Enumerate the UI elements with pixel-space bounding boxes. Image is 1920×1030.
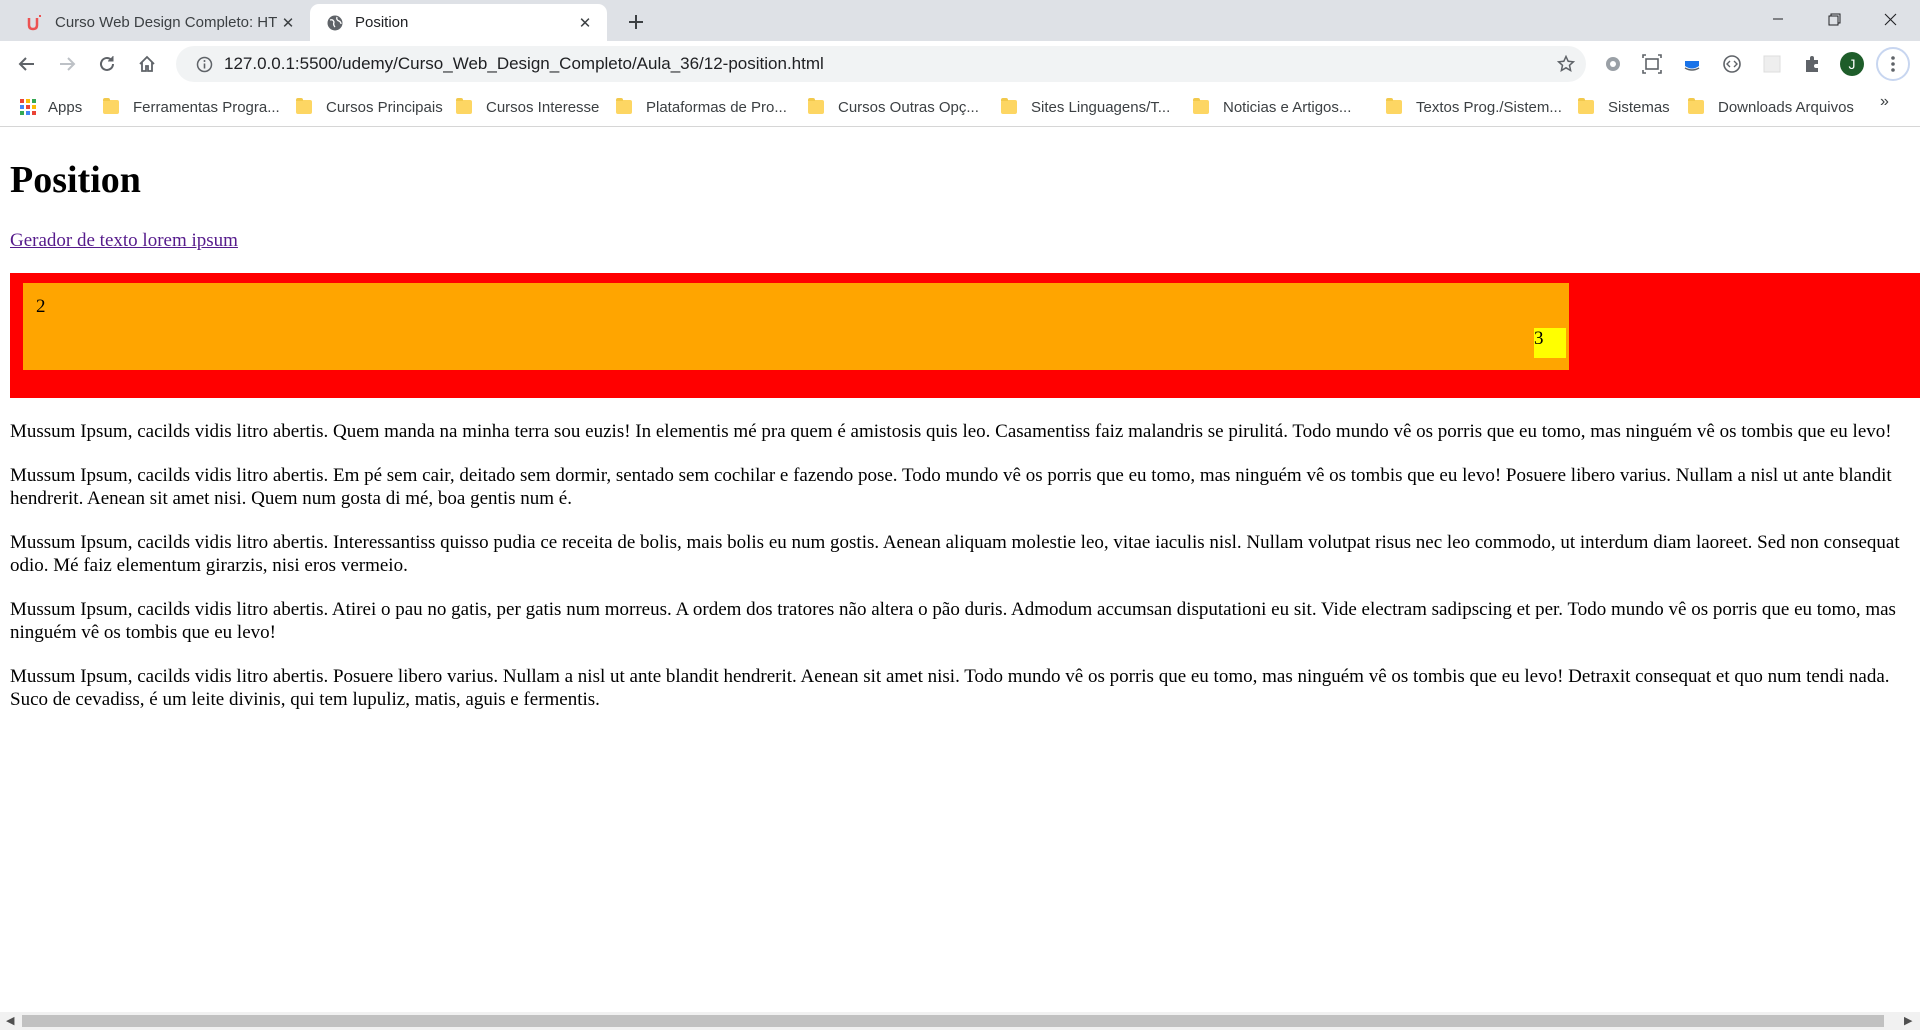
horizontal-scrollbar[interactable]: ◀ ▶ <box>0 1012 1920 1030</box>
back-button[interactable] <box>12 49 42 79</box>
lorem-ipsum-link[interactable]: Gerador de texto lorem ipsum <box>10 230 238 252</box>
paragraph: Mussum Ipsum, cacilds vidis litro aberti… <box>10 532 1900 576</box>
folder-icon <box>1193 98 1209 114</box>
close-tab-icon[interactable]: ✕ <box>278 13 298 33</box>
url-text[interactable]: 127.0.0.1:5500/udemy/Curso_Web_Design_Co… <box>224 54 1546 74</box>
paragraph: Mussum Ipsum, cacilds vidis litro aberti… <box>10 599 1896 643</box>
extension-blank-icon[interactable] <box>1759 51 1785 77</box>
bookmark-folder[interactable]: Textos Prog./Sistem... <box>1386 96 1562 118</box>
bookmark-folder[interactable]: Noticias e Artigos... <box>1193 96 1351 118</box>
bookmark-label: Textos Prog./Sistem... <box>1416 98 1562 116</box>
bookmark-label: Sistemas <box>1608 98 1670 116</box>
bookmark-label: Sites Linguagens/T... <box>1031 98 1171 116</box>
home-button[interactable] <box>132 49 162 79</box>
bookmark-apps[interactable]: Apps <box>20 96 82 118</box>
site-info-icon[interactable] <box>184 56 224 73</box>
globe-icon <box>326 14 344 32</box>
orange-box-2: 2 3 <box>23 283 1569 370</box>
extension-gear-icon[interactable] <box>1600 51 1626 77</box>
paragraph: Mussum Ipsum, cacilds vidis litro aberti… <box>10 465 1892 509</box>
yellow-box-3: 3 <box>1534 328 1566 358</box>
bookmark-label: Downloads Arquivos <box>1718 98 1854 116</box>
profile-avatar[interactable]: J <box>1840 52 1864 76</box>
bookmark-label: Ferramentas Progra... <box>133 98 280 116</box>
scroll-left-arrow-icon[interactable]: ◀ <box>6 1014 14 1027</box>
screen-capture-icon[interactable] <box>1639 51 1665 77</box>
box-3-label: 3 <box>1534 328 1544 349</box>
address-bar[interactable]: 127.0.0.1:5500/udemy/Curso_Web_Design_Co… <box>176 46 1586 82</box>
forward-button[interactable] <box>52 49 82 79</box>
bookmark-folder[interactable]: Sistemas <box>1578 96 1670 118</box>
bookmark-label: Cursos Outras Opç... <box>838 98 979 116</box>
paragraph: Mussum Ipsum, cacilds vidis litro aberti… <box>10 421 1892 442</box>
tab-strip: Curso Web Design Completo: HT ✕ Position… <box>0 0 1920 41</box>
bookmarks-bar: Apps Ferramentas Progra... Cursos Princi… <box>0 87 1920 127</box>
page-viewport: Position Gerador de texto lorem ipsum 2 … <box>0 128 1920 1012</box>
scrollbar-thumb[interactable] <box>22 1015 1884 1027</box>
tab-position[interactable]: Position ✕ <box>310 4 607 41</box>
udemy-favicon-icon <box>26 14 44 32</box>
folder-icon <box>808 98 824 114</box>
close-tab-icon[interactable]: ✕ <box>575 13 595 33</box>
folder-icon <box>1001 98 1017 114</box>
tab-title: Position <box>355 14 409 31</box>
folder-icon <box>456 98 472 114</box>
extension-code-icon[interactable] <box>1719 51 1745 77</box>
folder-icon <box>1688 98 1704 114</box>
bookmark-folder[interactable]: Sites Linguagens/T... <box>1001 96 1170 118</box>
paragraph: Mussum Ipsum, cacilds vidis litro aberti… <box>10 666 1890 710</box>
browser-toolbar: 127.0.0.1:5500/udemy/Curso_Web_Design_Co… <box>0 41 1920 87</box>
bookmarks-overflow-button[interactable]: » <box>1880 93 1889 111</box>
bookmark-star-icon[interactable] <box>1546 55 1586 73</box>
folder-icon <box>296 98 312 114</box>
bookmark-label: Plataformas de Pro... <box>646 98 787 116</box>
bookmark-label: Cursos Principais <box>326 98 443 116</box>
tab-udemy[interactable]: Curso Web Design Completo: HT ✕ <box>10 4 310 41</box>
bookmark-folder[interactable]: Downloads Arquivos <box>1688 96 1854 118</box>
bookmark-folder[interactable]: Cursos Outras Opç... <box>808 96 979 118</box>
folder-icon <box>1386 98 1402 114</box>
page-heading: Position <box>10 159 141 201</box>
minimize-button[interactable] <box>1750 0 1806 38</box>
bookmark-folder[interactable]: Plataformas de Pro... <box>616 96 787 118</box>
apps-grid-icon <box>20 99 36 115</box>
bookmark-label: Noticias e Artigos... <box>1223 98 1352 116</box>
scroll-right-arrow-icon[interactable]: ▶ <box>1904 1014 1912 1027</box>
paragraphs: Mussum Ipsum, cacilds vidis litro aberti… <box>10 420 1910 732</box>
chrome-menu-button[interactable] <box>1876 47 1910 81</box>
extension-wave-icon[interactable] <box>1679 51 1705 77</box>
bookmark-folder[interactable]: Ferramentas Progra... <box>103 96 280 118</box>
restore-button[interactable] <box>1806 0 1862 38</box>
bookmark-folder[interactable]: Cursos Interesse <box>456 96 599 118</box>
outer-red-box: 2 3 <box>10 273 1920 398</box>
box-2-label: 2 <box>36 296 46 317</box>
bookmark-label: Cursos Interesse <box>486 98 600 116</box>
tab-title: Curso Web Design Completo: HT <box>55 14 278 31</box>
folder-icon <box>616 98 632 114</box>
new-tab-button[interactable] <box>622 8 650 36</box>
bookmark-label: Apps <box>48 98 83 116</box>
reload-button[interactable] <box>92 49 122 79</box>
bookmark-folder[interactable]: Cursos Principais <box>296 96 443 118</box>
extensions-puzzle-icon[interactable] <box>1799 51 1825 77</box>
folder-icon <box>1578 98 1594 114</box>
close-window-button[interactable] <box>1862 0 1918 38</box>
folder-icon <box>103 98 119 114</box>
